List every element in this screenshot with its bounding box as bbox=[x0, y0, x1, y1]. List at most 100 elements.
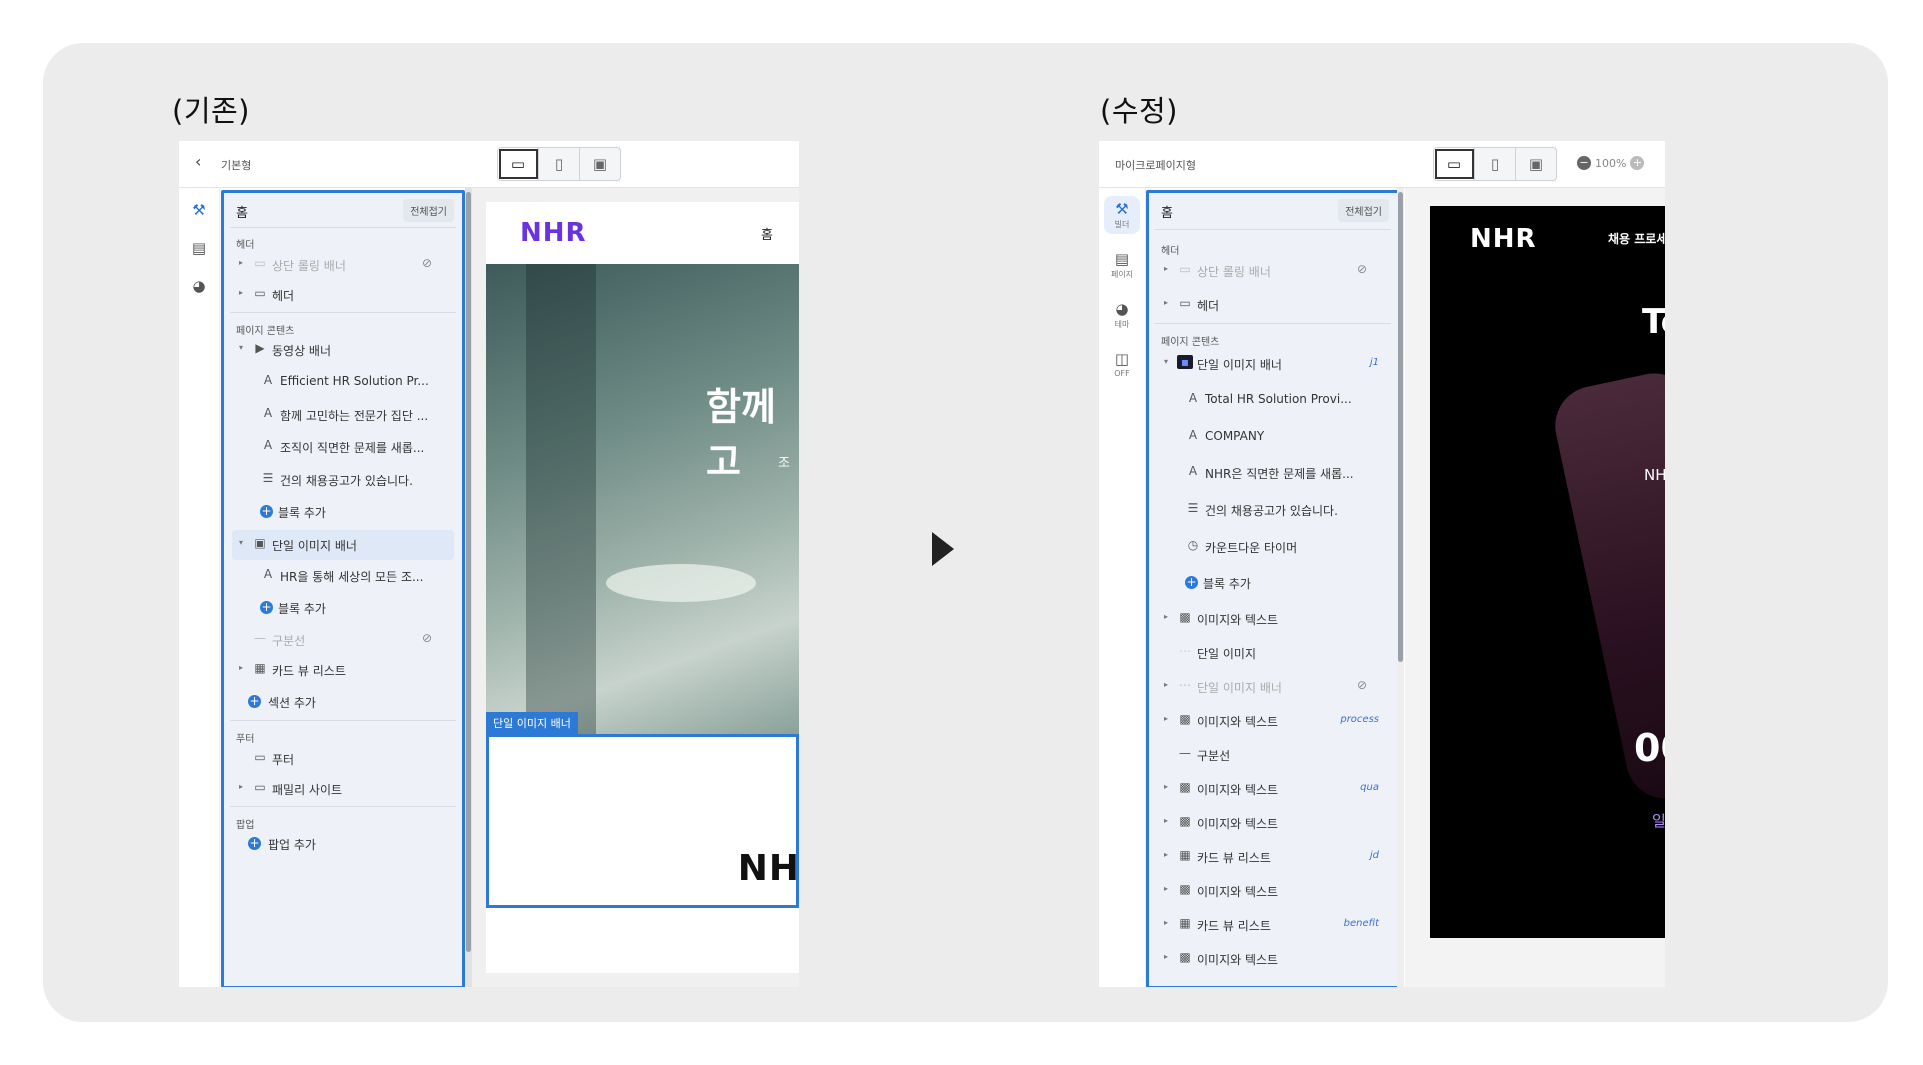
desktop-icon[interactable]: ▭ bbox=[1434, 148, 1475, 180]
tree-row[interactable]: ▭ 푸터 bbox=[224, 744, 462, 774]
image-text-icon: ▩ bbox=[1179, 712, 1191, 726]
tree-row[interactable]: ▸ ▭ 패밀리 사이트 bbox=[224, 774, 462, 804]
selected-block-outline[interactable]: NH bbox=[486, 734, 799, 908]
tree-row[interactable]: A Total HR Solution Provi... bbox=[1149, 385, 1397, 415]
chevron-right-icon[interactable]: ▸ bbox=[1164, 884, 1168, 893]
tree-row[interactable]: A HR을 통해 세상의 모든 조... bbox=[224, 561, 462, 591]
tree-row[interactable]: ▸ ▩ 이미지와 텍스트 bbox=[1149, 808, 1397, 838]
add-block-button[interactable]: + 블록 추가 bbox=[224, 593, 462, 623]
rail-theme[interactable]: ◕ 테마 bbox=[1099, 300, 1145, 330]
book-icon[interactable]: ▤ bbox=[179, 239, 219, 257]
divider-icon: — bbox=[254, 631, 266, 645]
tree-row[interactable]: ▸ ▦ 카드 뷰 리스트 jd bbox=[1149, 842, 1397, 872]
mobile-icon[interactable]: ▯ bbox=[1475, 148, 1516, 180]
tree-row[interactable]: ▸ ▩ 이미지와 텍스트 bbox=[1149, 876, 1397, 906]
tree-row[interactable]: ▸ ▦ 카드 뷰 리스트 benefit bbox=[1149, 910, 1397, 940]
tablet-icon[interactable]: ▣ bbox=[1516, 148, 1556, 180]
collapse-all-button[interactable]: 전체접기 bbox=[403, 199, 454, 222]
plus-circle-icon: + bbox=[248, 694, 261, 708]
rail-builder[interactable]: ⚒ 빌더 bbox=[1104, 196, 1140, 234]
after-screenshot: 마이크로페이지형 ▭ ▯ ▣ − 100% + ⚒ 빌더 ▤ 페이지 ◕ 테마 ◫ OF… bbox=[1099, 141, 1665, 987]
collapse-all-button[interactable]: 전체접기 bbox=[1338, 199, 1389, 222]
mobile-icon[interactable]: ▯ bbox=[539, 148, 580, 180]
divider bbox=[1155, 229, 1391, 230]
eye-off-icon[interactable]: ⊘ bbox=[422, 256, 432, 270]
book-icon: ▤ bbox=[1114, 250, 1130, 268]
add-popup-button[interactable]: + 팝업 추가 bbox=[224, 829, 462, 859]
tree-row[interactable]: A 함께 고민하는 전문가 집단 ... bbox=[224, 400, 462, 430]
tree-row[interactable]: ▸ ▭ 헤더 bbox=[1149, 290, 1397, 320]
add-section-button[interactable]: + 섹션 추가 bbox=[224, 687, 462, 717]
zoom-out-icon[interactable]: − bbox=[1577, 156, 1591, 170]
eye-off-icon[interactable]: ⊘ bbox=[1357, 262, 1367, 276]
chevron-right-icon[interactable]: ▸ bbox=[1164, 918, 1168, 927]
chevron-right-icon[interactable]: ▸ bbox=[1164, 680, 1168, 689]
tree-row[interactable]: ▸ ▭ 상단 롤링 배너 ⊘ bbox=[1149, 256, 1397, 286]
preview-nav-home[interactable]: 홈 bbox=[761, 224, 773, 243]
tree-row[interactable]: — 구분선 bbox=[1149, 740, 1397, 770]
chevron-right-icon[interactable]: ▸ bbox=[1164, 612, 1168, 621]
wrench-icon[interactable]: ⚒ bbox=[179, 201, 219, 219]
add-block-button[interactable]: + 블록 추가 bbox=[224, 497, 462, 527]
window-icon: ▭ bbox=[254, 750, 266, 764]
chevron-right-icon[interactable]: ▸ bbox=[1164, 714, 1168, 723]
tree-row[interactable]: ▸ ▭ 헤더 bbox=[224, 280, 462, 310]
tree-row[interactable]: ⋯ 단일 이미지 bbox=[1149, 638, 1397, 668]
preview-header: NHR 홈 bbox=[486, 202, 799, 264]
after-panel-scrollbar[interactable] bbox=[1397, 188, 1404, 987]
tree-row[interactable]: ◷ 카운트다운 타이머 bbox=[1149, 532, 1397, 562]
before-side-rail: ⚒ ▤ ◕ bbox=[179, 188, 220, 987]
chevron-right-icon[interactable]: ▸ bbox=[239, 288, 243, 297]
tree-row[interactable]: ▸ ⋯ 단일 이미지 배너 ⊘ bbox=[1149, 672, 1397, 702]
text-icon: A bbox=[263, 567, 273, 581]
before-panel-scrollbar[interactable] bbox=[465, 188, 472, 987]
chevron-right-icon[interactable]: ▸ bbox=[1164, 952, 1168, 961]
rail-off[interactable]: ◫ OFF bbox=[1099, 350, 1145, 378]
tree-row-selected[interactable]: ▾ ▣ 단일 이미지 배너 bbox=[232, 530, 454, 560]
after-preview: NHR 채용 프로세 To NH 00 일 bbox=[1405, 188, 1665, 987]
card-list-icon: ▦ bbox=[254, 661, 266, 675]
chevron-down-icon[interactable]: ▾ bbox=[239, 538, 243, 547]
tree-row[interactable]: — 구분선 ⊘ bbox=[224, 625, 462, 655]
chevron-right-icon[interactable]: ▸ bbox=[1164, 298, 1168, 307]
tree-row[interactable]: ▸ ▦ 카드 뷰 리스트 bbox=[224, 655, 462, 685]
before-device-toggle: ▭ ▯ ▣ bbox=[497, 147, 621, 181]
tree-row[interactable]: ▾ ▶ 동영상 배너 bbox=[224, 335, 462, 365]
tree-row[interactable]: ▸ ▩ 이미지와 텍스트 qua bbox=[1149, 774, 1397, 804]
tree-row[interactable]: ▸ ▩ 이미지와 텍스트 process bbox=[1149, 706, 1397, 736]
tree-row[interactable]: ▾ ▪ 단일 이미지 배너 j1 bbox=[1149, 349, 1397, 379]
chevron-right-icon[interactable]: ▸ bbox=[1164, 816, 1168, 825]
palette-icon[interactable]: ◕ bbox=[179, 277, 219, 295]
tree-row[interactable]: A COMPANY bbox=[1149, 422, 1397, 452]
chevron-right-icon[interactable]: ▸ bbox=[239, 258, 243, 267]
rail-page[interactable]: ▤ 페이지 bbox=[1099, 250, 1145, 280]
preview-nav[interactable]: 채용 프로세 bbox=[1608, 230, 1665, 247]
add-block-button[interactable]: + 블록 추가 bbox=[1149, 568, 1397, 598]
chevron-right-icon[interactable]: ▸ bbox=[239, 782, 243, 791]
chevron-right-icon[interactable]: ▸ bbox=[1164, 850, 1168, 859]
zoom-in-icon[interactable]: + bbox=[1630, 156, 1645, 170]
tablet-icon[interactable]: ▣ bbox=[580, 148, 620, 180]
window-icon: ▭ bbox=[1179, 296, 1191, 310]
chevron-right-icon[interactable]: ▸ bbox=[239, 663, 243, 672]
chevron-right-icon[interactable]: ▸ bbox=[1164, 264, 1168, 273]
eye-off-icon[interactable]: ⊘ bbox=[422, 631, 432, 645]
chevron-down-icon[interactable]: ▾ bbox=[239, 343, 243, 352]
tree-row[interactable]: ☰ 건의 채용공고가 있습니다. bbox=[224, 465, 462, 495]
chevron-right-icon[interactable]: ▸ bbox=[1164, 782, 1168, 791]
tree-row[interactable]: ▸ ▩ 이미지와 텍스트 bbox=[1149, 944, 1397, 974]
tree-row[interactable]: ☰ 건의 채용공고가 있습니다. bbox=[1149, 495, 1397, 525]
tree-row[interactable]: A NHR은 직면한 문제를 새롭... bbox=[1149, 458, 1397, 488]
hero-counter-label: 일 bbox=[1652, 812, 1665, 830]
anchor-tag: benefit bbox=[1343, 918, 1379, 929]
panel-title-bar: 홈 전체접기 bbox=[1149, 193, 1397, 227]
back-icon[interactable]: ‹ bbox=[195, 152, 201, 171]
tree-row[interactable]: A 조직이 직면한 문제를 새롭... bbox=[224, 432, 462, 462]
before-caption: (기존) bbox=[172, 94, 250, 128]
tree-row[interactable]: A Efficient HR Solution Pr... bbox=[224, 367, 462, 397]
tree-row[interactable]: ▸ ▭ 상단 롤링 배너 ⊘ bbox=[224, 250, 462, 280]
desktop-icon[interactable]: ▭ bbox=[498, 148, 539, 180]
eye-off-icon[interactable]: ⊘ bbox=[1357, 678, 1367, 692]
chevron-down-icon[interactable]: ▾ bbox=[1164, 357, 1168, 366]
tree-row[interactable]: ▸ ▩ 이미지와 텍스트 bbox=[1149, 604, 1397, 634]
